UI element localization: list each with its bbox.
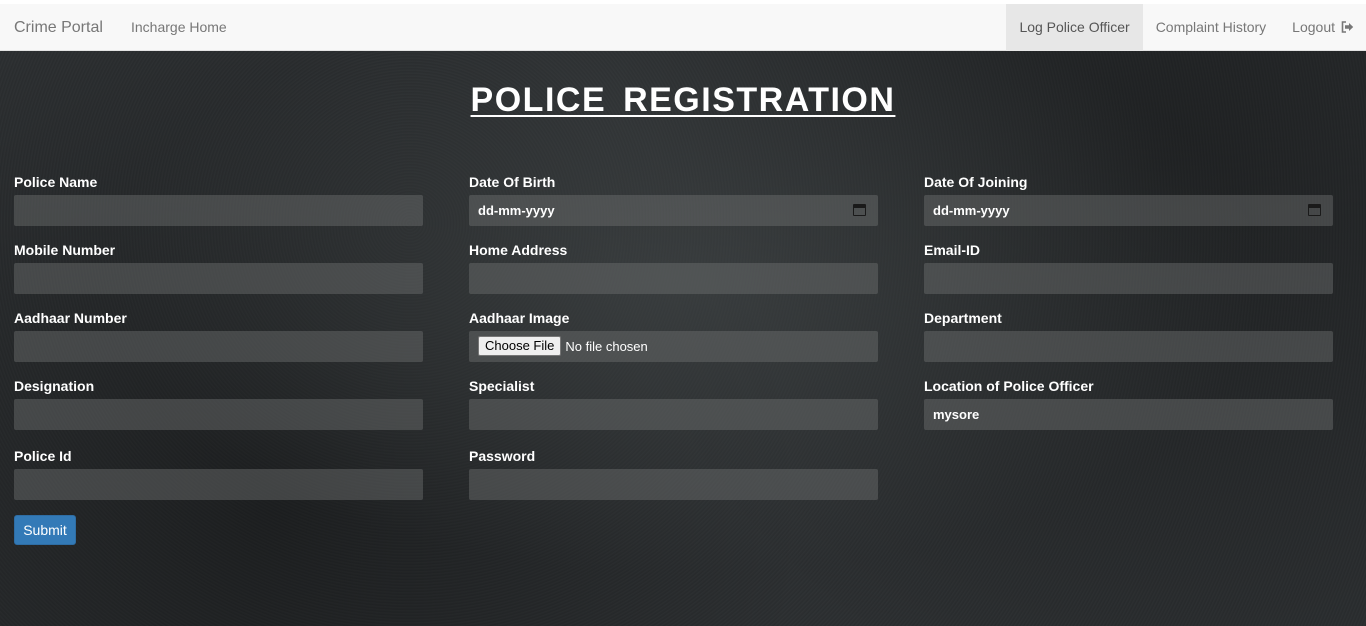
logout-label: Logout bbox=[1292, 19, 1335, 35]
nav-complaint-history[interactable]: Complaint History bbox=[1143, 4, 1279, 51]
date-of-birth-label: Date Of Birth bbox=[469, 174, 556, 190]
department-label: Department bbox=[924, 310, 1002, 326]
location-label: Location of Police Officer bbox=[924, 378, 1094, 394]
field-password: Password bbox=[469, 447, 878, 500]
aadhaar-number-input[interactable] bbox=[14, 331, 423, 362]
field-mobile-number: Mobile Number bbox=[14, 241, 423, 294]
nav-incharge-home[interactable]: Incharge Home bbox=[131, 4, 227, 51]
date-of-joining-label: Date Of Joining bbox=[924, 174, 1028, 190]
date-of-birth-input[interactable]: dd-mm-yyyy bbox=[469, 195, 878, 226]
department-input[interactable] bbox=[924, 331, 1333, 362]
police-name-label: Police Name bbox=[14, 174, 98, 190]
nav-logout[interactable]: Logout bbox=[1279, 4, 1366, 51]
field-department: Department bbox=[924, 309, 1333, 362]
aadhaar-image-label: Aadhaar Image bbox=[469, 310, 570, 326]
choose-file-button[interactable]: Choose File bbox=[478, 336, 562, 356]
email-id-input[interactable] bbox=[924, 263, 1333, 294]
aadhaar-number-label: Aadhaar Number bbox=[14, 310, 127, 326]
police-id-input[interactable] bbox=[14, 469, 423, 500]
page-title: POLICE REGISTRATION bbox=[470, 81, 896, 119]
field-specialist: Specialist bbox=[469, 377, 878, 430]
navbar: Crime Portal Incharge Home Log Police Of… bbox=[0, 4, 1366, 51]
field-date-of-joining: Date Of Joining dd-mm-yyyy bbox=[924, 173, 1333, 226]
date-of-joining-input[interactable]: dd-mm-yyyy bbox=[924, 195, 1333, 226]
file-status: No file chosen bbox=[565, 339, 648, 354]
brand-link[interactable]: Crime Portal bbox=[14, 4, 103, 51]
home-address-input[interactable] bbox=[469, 263, 878, 294]
field-designation: Designation bbox=[14, 377, 423, 430]
field-home-address: Home Address bbox=[469, 241, 878, 294]
calendar-icon[interactable] bbox=[853, 204, 866, 216]
field-aadhaar-number: Aadhaar Number bbox=[14, 309, 423, 362]
field-date-of-birth: Date Of Birth dd-mm-yyyy bbox=[469, 173, 878, 226]
designation-label: Designation bbox=[14, 378, 95, 394]
nav-log-police-officer[interactable]: Log Police Officer bbox=[1006, 4, 1143, 51]
field-aadhaar-image: Aadhaar Image Choose File No file chosen bbox=[469, 309, 878, 362]
registration-section: POLICE REGISTRATION Police Name Date Of … bbox=[0, 51, 1366, 626]
email-id-label: Email-ID bbox=[924, 242, 981, 258]
police-name-input[interactable] bbox=[14, 195, 423, 226]
password-input[interactable] bbox=[469, 469, 878, 500]
aadhaar-image-input: Choose File No file chosen bbox=[469, 331, 878, 362]
field-email-id: Email-ID bbox=[924, 241, 1333, 294]
date-of-joining-value: dd-mm-yyyy bbox=[933, 203, 1010, 218]
submit-button[interactable]: Submit bbox=[14, 515, 76, 545]
password-label: Password bbox=[469, 448, 536, 464]
date-of-birth-value: dd-mm-yyyy bbox=[478, 203, 555, 218]
calendar-icon[interactable] bbox=[1308, 204, 1321, 216]
home-address-label: Home Address bbox=[469, 242, 568, 258]
police-id-label: Police Id bbox=[14, 448, 72, 464]
location-input[interactable]: mysore bbox=[924, 399, 1333, 430]
field-police-id: Police Id bbox=[14, 447, 423, 500]
logout-icon bbox=[1341, 5, 1354, 52]
field-police-name: Police Name bbox=[14, 173, 423, 226]
mobile-number-input[interactable] bbox=[14, 263, 423, 294]
field-location: Location of Police Officer mysore bbox=[924, 377, 1333, 430]
nav-right: Log Police Officer Complaint History Log… bbox=[1006, 4, 1366, 51]
specialist-label: Specialist bbox=[469, 378, 535, 394]
designation-input[interactable] bbox=[14, 399, 423, 430]
mobile-number-label: Mobile Number bbox=[14, 242, 116, 258]
specialist-input[interactable] bbox=[469, 399, 878, 430]
